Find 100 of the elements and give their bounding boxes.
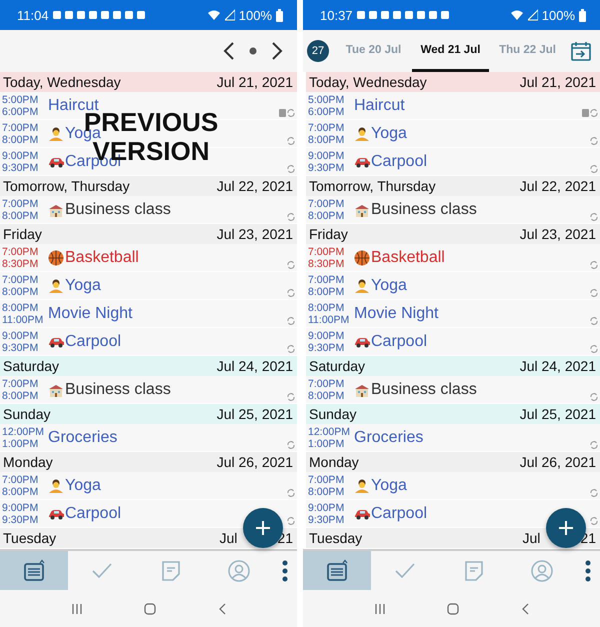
- recent-apps-icon[interactable]: [70, 602, 83, 614]
- end-time: 9:30PM: [308, 514, 346, 526]
- start-time: 8:00PM: [308, 302, 346, 314]
- day-date: Jul: [220, 530, 238, 546]
- start-time: 9:00PM: [2, 502, 40, 514]
- basketball-icon: [48, 250, 64, 266]
- event-row[interactable]: 7:00PM 8:00PM Business class: [0, 196, 297, 224]
- event-row[interactable]: 9:00PM 9:30PM Carpool: [306, 500, 600, 528]
- start-time: 9:00PM: [308, 502, 346, 514]
- event-title: Movie Night: [354, 304, 438, 322]
- event-row[interactable]: 9:00PM 9:30PM Carpool: [0, 500, 297, 528]
- agenda-icon: [22, 558, 46, 582]
- sync-icon: [287, 261, 295, 269]
- sync-icon: [287, 517, 295, 525]
- sync-icon: [590, 261, 598, 269]
- event-row[interactable]: 9:00PM 9:30PM Carpool: [0, 328, 297, 356]
- event-row[interactable]: 7:00PM 8:30PM Basketball: [0, 244, 297, 272]
- person-icon: [354, 278, 370, 294]
- start-time: 7:00PM: [308, 198, 346, 210]
- event-row[interactable]: 9:00PM 9:30PM Carpool: [306, 148, 600, 176]
- signal-icon: [224, 9, 235, 21]
- event-row[interactable]: 7:00PM 8:00PM Yoga: [0, 472, 297, 500]
- battery-icon: [579, 8, 586, 22]
- sync-icon: [287, 289, 295, 297]
- day-label: Friday: [3, 226, 42, 242]
- start-time: 7:00PM: [308, 246, 346, 258]
- start-time: 8:00PM: [2, 302, 40, 314]
- calendar-icon[interactable]: [570, 40, 592, 62]
- sync-icon: [287, 317, 295, 325]
- sync-icon: [590, 165, 598, 173]
- clock-time: 10:37: [320, 8, 353, 22]
- plus-icon: [559, 521, 573, 535]
- event-row[interactable]: 7:00PM 8:00PM Business class: [306, 376, 600, 404]
- day-label: Tomorrow, Thursday: [309, 178, 436, 194]
- agenda-icon: [325, 558, 350, 582]
- end-time: 9:30PM: [308, 162, 346, 174]
- sync-icon: [590, 393, 598, 401]
- back-icon[interactable]: [218, 602, 226, 614]
- sync-icon: [590, 137, 598, 145]
- event-title: Yoga: [65, 276, 101, 294]
- sync-icon: [590, 517, 598, 525]
- sync-icon: [287, 137, 295, 145]
- event-title: Carpool: [65, 504, 122, 522]
- end-time: 6:00PM: [2, 106, 40, 118]
- event-row[interactable]: 7:00PM 8:00PM Yoga: [306, 272, 600, 300]
- start-time: 7:00PM: [2, 274, 40, 286]
- end-time: 9:30PM: [2, 342, 40, 354]
- sync-icon: [287, 109, 295, 117]
- day-label: Tuesday: [309, 530, 362, 546]
- event-title: Carpool: [65, 332, 122, 350]
- battery-icon: [276, 8, 283, 22]
- day-label: Tuesday: [3, 530, 56, 546]
- end-time: 11:00PM: [2, 314, 44, 326]
- dot-icon[interactable]: [249, 47, 257, 55]
- event-title: Haircut: [354, 96, 405, 114]
- basketball-icon: [354, 250, 370, 266]
- day-label: Sunday: [3, 406, 50, 422]
- end-time: 8:00PM: [2, 134, 40, 146]
- event-title: Yoga: [371, 124, 407, 142]
- wifi-icon: [206, 9, 221, 21]
- sync-icon: [287, 441, 295, 449]
- day-date: Jul 22, 2021: [216, 178, 293, 194]
- start-time: 9:00PM: [308, 330, 346, 342]
- event-title: Business class: [371, 200, 477, 218]
- day-label: Today, Wednesday: [309, 74, 427, 90]
- event-title: Business class: [371, 380, 477, 398]
- sync-icon: [590, 109, 598, 117]
- home-icon[interactable]: [447, 602, 460, 614]
- event-title: Basketball: [65, 248, 139, 266]
- sync-icon: [590, 317, 598, 325]
- nav-tab[interactable]: [0, 551, 68, 590]
- sync-icon: [590, 213, 598, 221]
- event-title: Yoga: [371, 476, 407, 494]
- start-time: 7:00PM: [308, 122, 346, 134]
- event-row[interactable]: 7:00PM 8:00PM Yoga: [306, 472, 600, 500]
- plus-icon: [256, 521, 270, 535]
- more-icon: [282, 560, 288, 582]
- event-row[interactable]: 9:00PM 9:30PM Carpool: [306, 328, 600, 356]
- sync-icon: [287, 345, 295, 353]
- event-title: Basketball: [371, 248, 445, 266]
- end-time: 11:00PM: [308, 314, 350, 326]
- day-date: Jul 21, 2021: [216, 74, 293, 90]
- event-title: Yoga: [371, 276, 407, 294]
- day-label: Friday: [309, 226, 348, 242]
- start-time: 7:00PM: [2, 474, 40, 486]
- home-icon[interactable]: [144, 602, 156, 614]
- day-date: Jul 24, 2021: [216, 358, 293, 374]
- recent-apps-icon[interactable]: [374, 602, 386, 614]
- event-row[interactable]: 7:00PM 8:00PM Yoga: [306, 120, 600, 148]
- event-row[interactable]: 7:00PM 8:00PM Business class: [0, 376, 297, 404]
- event-title: Groceries: [354, 428, 424, 446]
- person-icon: [48, 278, 64, 294]
- nav-tab[interactable]: [303, 551, 372, 590]
- end-time: 9:30PM: [2, 514, 40, 526]
- back-icon[interactable]: [521, 602, 530, 614]
- event-row[interactable]: 7:00PM 8:00PM Business class: [306, 196, 600, 224]
- event-row[interactable]: 7:00PM 8:30PM Basketball: [306, 244, 600, 272]
- start-time: 5:00PM: [308, 94, 346, 106]
- event-row[interactable]: 7:00PM 8:00PM Yoga: [0, 272, 297, 300]
- end-time: 6:00PM: [308, 106, 346, 118]
